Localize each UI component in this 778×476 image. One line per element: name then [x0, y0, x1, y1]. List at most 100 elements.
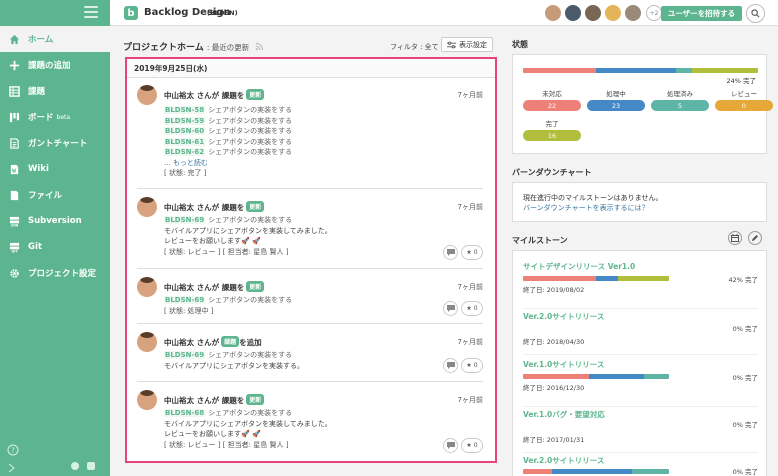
- avatar[interactable]: [604, 4, 622, 22]
- comment-button[interactable]: [443, 301, 458, 316]
- help-icon[interactable]: ?: [7, 444, 19, 456]
- issue-key[interactable]: BLDSN-68: [164, 409, 206, 417]
- status-item-closed[interactable]: 完了 16: [523, 118, 581, 141]
- more-users-badge[interactable]: +2: [646, 5, 662, 21]
- status-item-in-progress[interactable]: 処理中 23: [587, 88, 645, 111]
- status-item-resolved[interactable]: 処理済み 5: [651, 88, 709, 111]
- display-settings-button[interactable]: 表示設定: [441, 37, 493, 52]
- display-settings-label: 表示設定: [459, 40, 487, 49]
- status-count: 16: [523, 130, 581, 141]
- filter-label[interactable]: フィルタ : 全て: [390, 42, 439, 52]
- activity-entry: 中山裕太 さんが 課題を 更新 7ヶ月前 BLDSN-69 シェアボタンの実装をする…: [137, 189, 483, 269]
- milestone-percent: 42% 完了: [728, 276, 758, 284]
- menu-icon[interactable]: [84, 6, 98, 18]
- milestone-item[interactable]: サイトデザインリリース Ver1.0 42% 完了 終了日: 2019/08/0…: [523, 261, 758, 309]
- issue-summary[interactable]: シェアボタンの実装をする: [208, 409, 292, 417]
- android-icon[interactable]: [87, 462, 95, 470]
- issue-key[interactable]: BLDSN-69: [164, 351, 206, 359]
- entry-user[interactable]: 中山裕太 さんが 課題を: [164, 91, 244, 100]
- avatar[interactable]: [137, 85, 157, 105]
- avatar[interactable]: [624, 4, 642, 22]
- issue-key[interactable]: BLDSN-58: [164, 106, 206, 114]
- milestone-item[interactable]: Ver.2.0サイトリリース 0% 完了 終了日: 2018/04/30: [523, 309, 758, 355]
- milestone-name[interactable]: Ver.1.0サイトリリース: [523, 359, 758, 370]
- closed-segment: [692, 68, 758, 73]
- star-button[interactable]: ★ 0: [461, 358, 483, 373]
- issue-summary[interactable]: シェアボタンの実装をする: [208, 138, 292, 146]
- apple-icon[interactable]: [71, 462, 79, 470]
- backlog-logo[interactable]: b: [124, 6, 138, 20]
- avatar[interactable]: [137, 390, 157, 410]
- status-count: 0: [715, 100, 773, 111]
- sidebar-item-home[interactable]: ホーム: [0, 26, 110, 52]
- issue-key[interactable]: BLDSN-69: [164, 216, 206, 224]
- entry-user[interactable]: 中山裕太 さんが 課題を: [164, 283, 244, 292]
- issue-key[interactable]: BLDSN-69: [164, 296, 206, 304]
- issue-key[interactable]: BLDSN-61: [164, 137, 206, 146]
- status-item-open[interactable]: 未対応 22: [523, 88, 581, 111]
- member-avatars: +2: [544, 4, 662, 22]
- sidebar-item-git[interactable]: GIT Git: [0, 234, 110, 260]
- milestone-name[interactable]: Ver.2.0サイトリリース: [523, 311, 758, 322]
- star-button[interactable]: ★ 0: [461, 301, 483, 316]
- issue-summary[interactable]: シェアボタンの実装をする: [208, 351, 292, 359]
- date-header: 2019年9月25日(水): [127, 59, 495, 78]
- issue-line: BLDSN-61 シェアボタンの実装をする: [164, 137, 292, 148]
- sidebar-item-subversion[interactable]: SVN Subversion: [0, 208, 110, 234]
- invite-users-button[interactable]: ユーザーを招待する: [661, 6, 742, 21]
- sidebar-item-board[interactable]: ボード beta: [0, 104, 110, 130]
- edit-icon[interactable]: [748, 231, 762, 245]
- comment-button[interactable]: [443, 245, 458, 260]
- milestone-name[interactable]: Ver.1.0バグ・要望対応: [523, 409, 758, 420]
- avatar[interactable]: [137, 277, 157, 297]
- milestone-name[interactable]: Ver.2.0サイトリリース: [523, 455, 758, 466]
- milestone-item[interactable]: Ver.2.0サイトリリース 0% 完了: [523, 453, 758, 476]
- home-icon: [8, 33, 20, 45]
- sidebar: ホーム 課題の追加 課題 ボード beta ガントチャート Wiki ファイル S…: [0, 0, 110, 476]
- sidebar-item-wiki[interactable]: Wiki: [0, 156, 110, 182]
- issue-summary[interactable]: シェアボタンの実装をする: [208, 148, 292, 156]
- milestone-item[interactable]: Ver.1.0サイトリリース 0% 完了 終了日: 2016/12/30: [523, 355, 758, 407]
- issue-key[interactable]: BLDSN-62: [164, 148, 206, 156]
- milestone-item[interactable]: Ver.1.0バグ・要望対応 0% 完了 終了日: 2017/01/31: [523, 407, 758, 453]
- issue-summary[interactable]: シェアボタンの実装をする: [208, 117, 292, 125]
- rss-icon[interactable]: [255, 42, 264, 51]
- entry-user[interactable]: 中山裕太 さんが 課題を: [164, 203, 244, 212]
- read-more-link[interactable]: ... もっと読む: [164, 158, 292, 169]
- star-icon: ★: [466, 362, 472, 369]
- sidebar-item-files[interactable]: ファイル: [0, 182, 110, 208]
- avatar[interactable]: [137, 197, 157, 217]
- milestone-due: 終了日: 2019/08/02: [523, 286, 585, 294]
- issue-line: BLDSN-59 シェアボタンの実装をする: [164, 116, 292, 127]
- issue-key[interactable]: BLDSN-59: [164, 116, 206, 125]
- calendar-icon[interactable]: [728, 231, 742, 245]
- avatar[interactable]: [544, 4, 562, 22]
- issue-key[interactable]: BLDSN-60: [164, 127, 206, 135]
- collapse-icon[interactable]: [8, 463, 15, 473]
- update-tag: 更新: [246, 89, 265, 100]
- entry-user[interactable]: 中山裕太 さんが 課題を: [164, 396, 244, 405]
- status-item-review[interactable]: レビュー 0: [715, 88, 773, 111]
- avatar[interactable]: [584, 4, 602, 22]
- issue-summary[interactable]: シェアボタンの実装をする: [208, 106, 292, 114]
- milestone-name[interactable]: サイトデザインリリース Ver1.0: [523, 261, 758, 272]
- sidebar-item-issues[interactable]: 課題: [0, 78, 110, 104]
- milestone-due: 終了日: 2018/04/30: [523, 338, 585, 346]
- open-segment: [523, 68, 596, 73]
- avatar[interactable]: [137, 332, 157, 352]
- avatar[interactable]: [564, 4, 582, 22]
- issue-line: BLDSN-69 シェアボタンの実装をする: [164, 295, 292, 306]
- issue-summary[interactable]: シェアボタンの実装をする: [208, 216, 292, 224]
- burndown-help-link[interactable]: バーンダウンチャートを表示するには？: [523, 203, 756, 213]
- sidebar-item-settings[interactable]: プロジェクト設定: [0, 260, 110, 286]
- entry-user[interactable]: 中山裕太 さんが: [164, 338, 219, 347]
- star-button[interactable]: ★ 0: [461, 438, 483, 453]
- issue-summary[interactable]: シェアボタンの実装をする: [208, 296, 292, 304]
- sidebar-item-gantt[interactable]: ガントチャート: [0, 130, 110, 156]
- sidebar-item-add-issue[interactable]: 課題の追加: [0, 52, 110, 78]
- comment-button[interactable]: [443, 438, 458, 453]
- star-button[interactable]: ★ 0: [461, 245, 483, 260]
- issue-summary[interactable]: シェアボタンの実装をする: [208, 127, 292, 135]
- comment-button[interactable]: [443, 358, 458, 373]
- search-button[interactable]: [746, 4, 765, 23]
